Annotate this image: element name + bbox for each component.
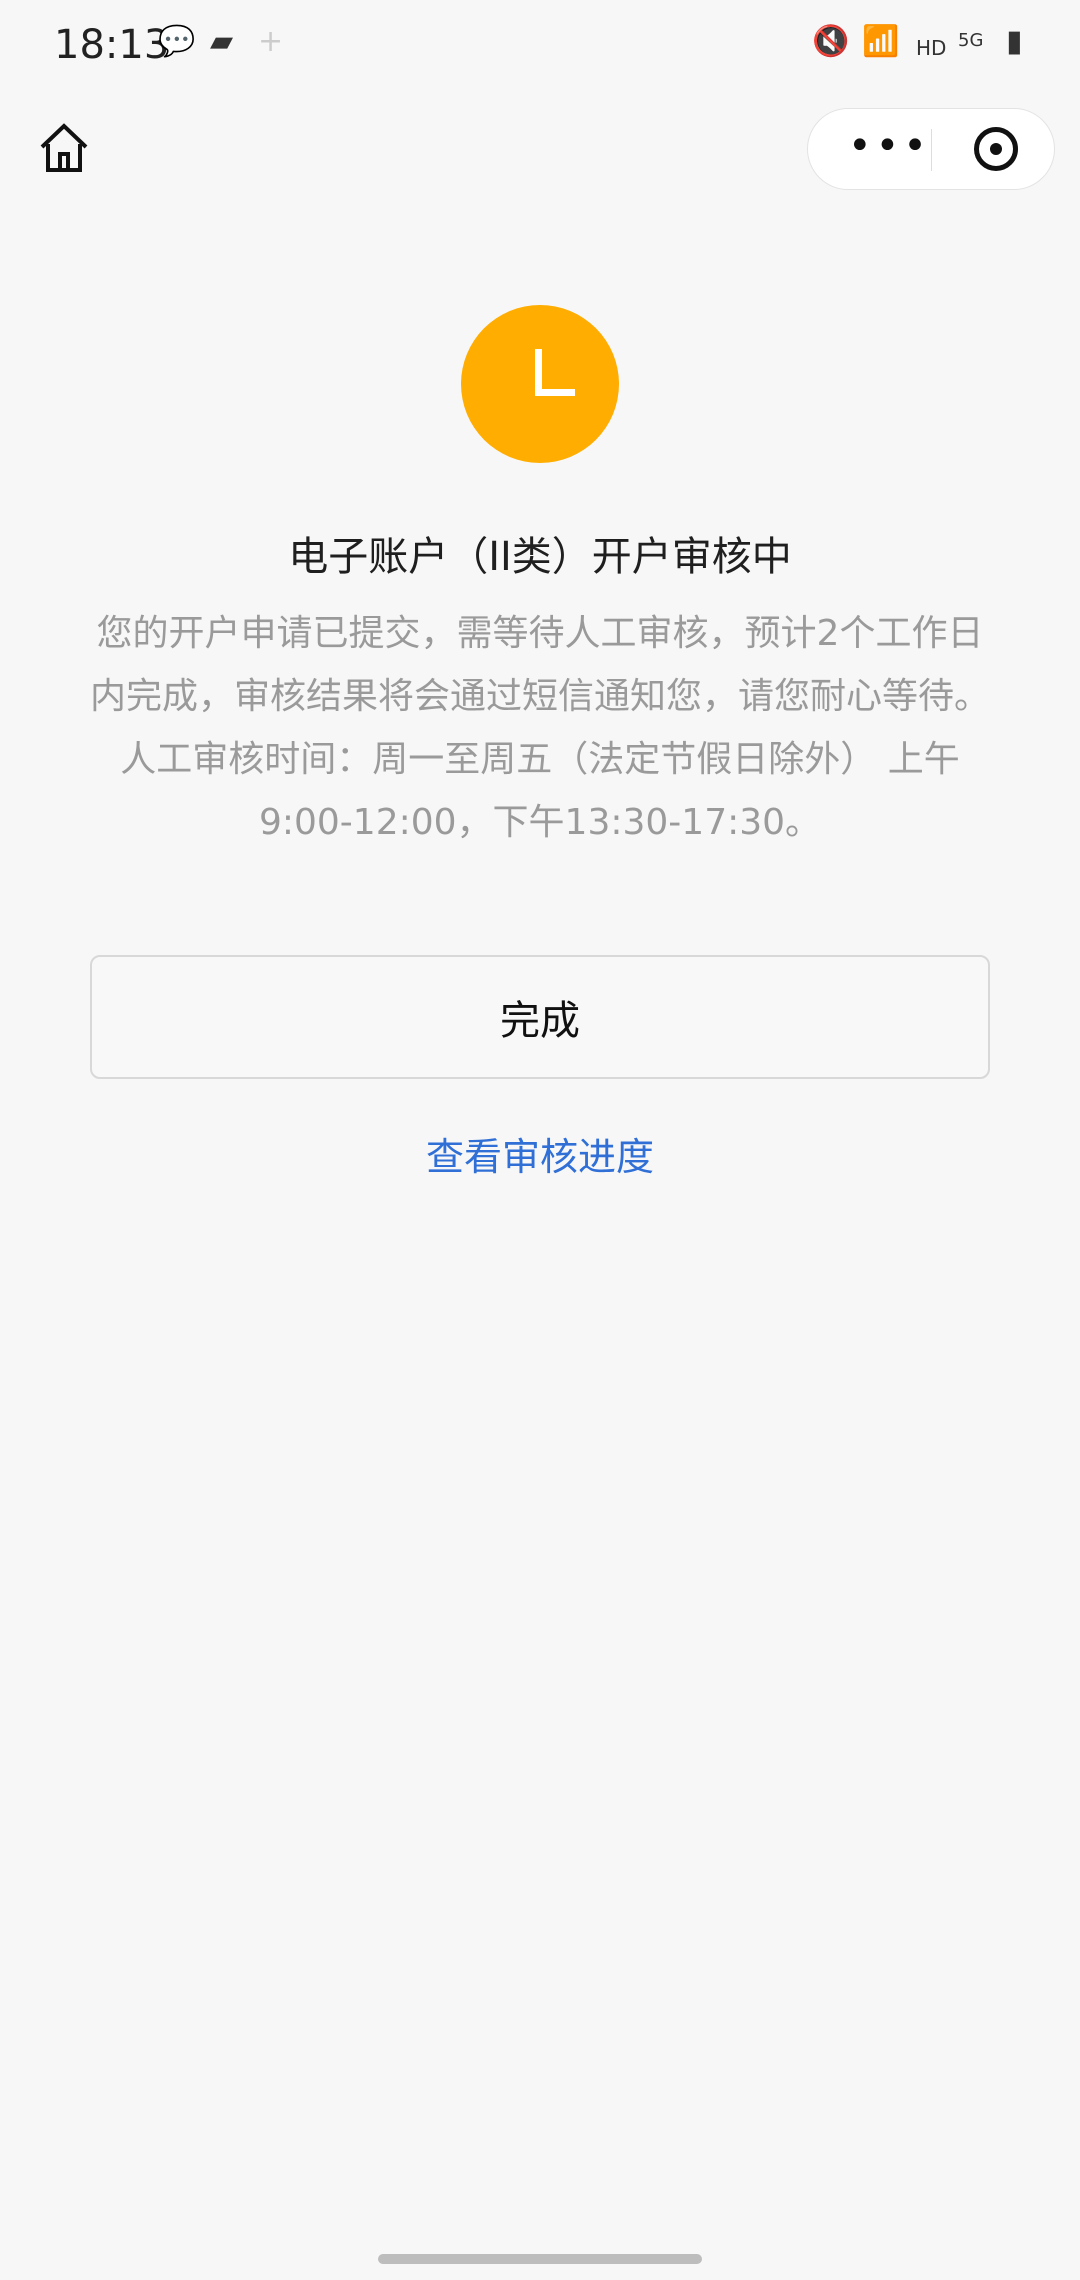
- home-icon[interactable]: [36, 120, 92, 176]
- message-icon: ▰: [210, 24, 234, 59]
- clock-hand: [535, 349, 542, 391]
- view-progress-link[interactable]: 查看审核进度: [0, 1126, 1080, 1181]
- clock-hand: [535, 389, 575, 396]
- capsule-menu: •••: [807, 108, 1055, 190]
- status-bar: 18:13 💬 ▰ + 🔇 📶 HD 5G ▮: [0, 0, 1080, 100]
- page-title: 电子账户（II类）开户审核中: [288, 534, 792, 580]
- mute-icon: 🔇: [812, 24, 850, 59]
- wifi-icon: 📶: [862, 24, 900, 59]
- battery-icon: ▮: [1006, 24, 1023, 59]
- hd-label: HD: [916, 36, 947, 60]
- clock-icon: [461, 305, 619, 463]
- review-description: 您的开户申请已提交，需等待人工审核，预计2个工作日内完成，审核结果将会通过短信通…: [89, 613, 990, 843]
- wechat-icon: 💬: [158, 24, 196, 59]
- done-button[interactable]: 完成: [90, 955, 990, 1079]
- capsule-divider: [931, 129, 932, 171]
- plus-icon: +: [258, 24, 284, 59]
- target-icon[interactable]: [974, 127, 1018, 171]
- more-icon[interactable]: •••: [848, 123, 931, 169]
- signal-label: 5G: [958, 30, 984, 51]
- home-indicator: [378, 2254, 702, 2264]
- status-time: 18:13: [54, 22, 170, 68]
